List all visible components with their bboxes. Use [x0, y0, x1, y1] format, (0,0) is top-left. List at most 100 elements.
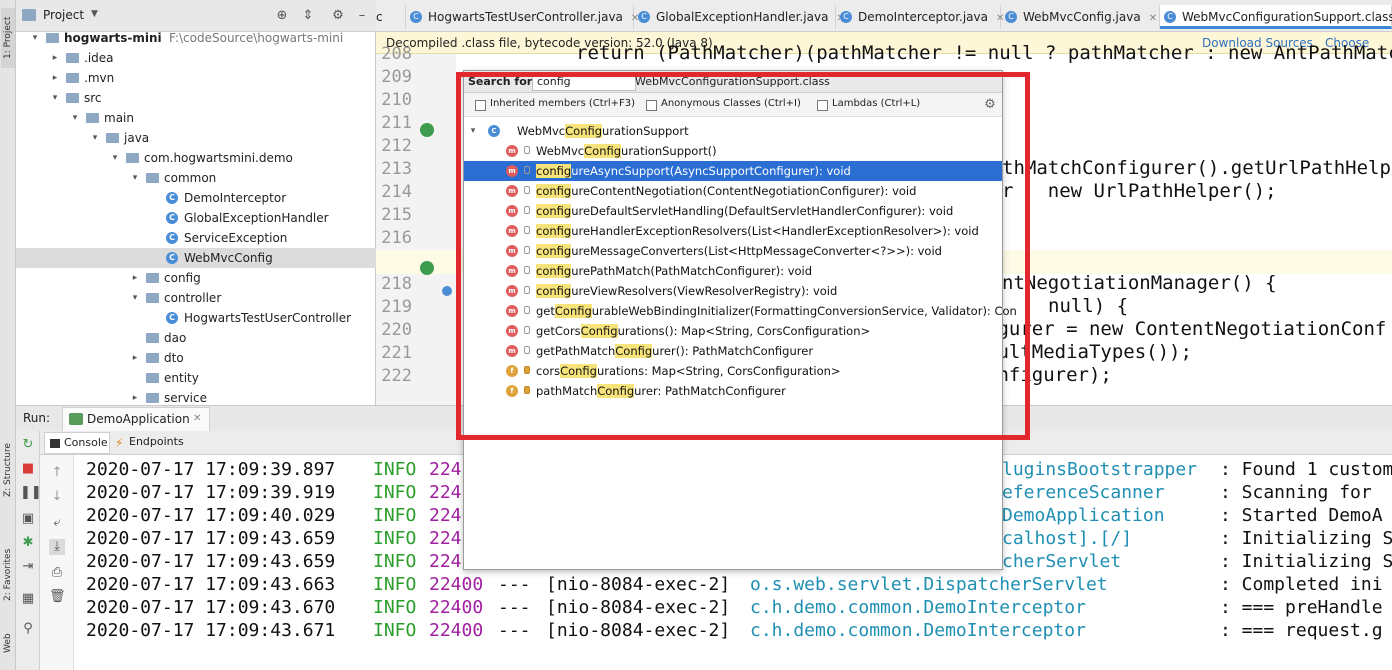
pause-icon[interactable]: ❚❚ — [20, 485, 42, 501]
structure-member[interactable]: m getConfigurableWebBindingInitializer(Fo… — [464, 301, 1017, 321]
structure-root-class[interactable]: ▾ C WebMvcConfigurationSupport — [464, 121, 1002, 141]
editor-tab[interactable]: c — [376, 5, 406, 29]
camera-icon[interactable]: ▣ — [20, 511, 36, 527]
log-logger: eferenceScanner — [1002, 482, 1165, 503]
tree-item-label: main — [104, 111, 134, 125]
chevron-down-icon[interactable]: ▾ — [30, 28, 40, 48]
tree-item[interactable]: ▸ config — [16, 268, 376, 288]
folder-icon — [146, 373, 159, 383]
scroll-to-end-icon[interactable]: ⤓ — [49, 539, 65, 555]
tree-item[interactable]: ▾ common — [16, 168, 376, 188]
name-part: WebMvc — [517, 124, 566, 138]
name-part: urationSupport() — [621, 144, 717, 158]
chevron-right-icon[interactable]: ▸ — [130, 348, 140, 368]
tree-item[interactable]: ▸ .idea — [16, 48, 376, 68]
tree-item[interactable]: ▾ java — [16, 128, 376, 148]
bean-marker-icon[interactable] — [442, 286, 452, 296]
tree-item[interactable]: C GlobalExceptionHandler — [16, 208, 376, 228]
tree-item[interactable]: ▾ src — [16, 88, 376, 108]
project-tool-tab[interactable]: 1: Project — [1, 8, 15, 68]
print-icon[interactable]: ⎙ — [49, 565, 65, 581]
tree-item[interactable]: ▾ com.hogwartsmini.demo — [16, 148, 376, 168]
pin-icon[interactable]: ⚲ — [20, 621, 36, 637]
tab-console[interactable]: Console — [44, 432, 110, 454]
chevron-down-icon[interactable]: ▾ — [468, 121, 478, 141]
scroll-down-icon[interactable]: ↓ — [49, 489, 65, 505]
tab-endpoints[interactable]: ⚡ Endpoints — [112, 432, 188, 454]
tree-item[interactable]: C DemoInterceptor — [16, 188, 376, 208]
chevron-down-icon[interactable]: ▾ — [110, 148, 120, 168]
structure-member[interactable]: m configureMessageConverters(List<HttpMes… — [464, 241, 1002, 261]
search-input[interactable]: config — [532, 73, 636, 91]
override-marker-icon[interactable] — [420, 261, 434, 275]
tree-item[interactable]: C ServiceException — [16, 228, 376, 248]
class-icon: C — [638, 11, 650, 23]
run-config-tab[interactable]: DemoApplication ✕ — [62, 407, 210, 431]
structure-member[interactable]: m WebMvcConfigurationSupport() — [464, 141, 1002, 161]
chevron-down-icon[interactable]: ▾ — [130, 168, 140, 188]
structure-member[interactable]: m configureContentNegotiation(ContentNego… — [464, 181, 1002, 201]
exit-icon[interactable]: ⇥ — [20, 559, 36, 575]
structure-member[interactable]: m configurePathMatch(PathMatchConfigurer)… — [464, 261, 1002, 281]
tree-item[interactable]: ▸ dto — [16, 348, 376, 368]
chevron-right-icon[interactable]: ▸ — [130, 268, 140, 288]
locate-icon[interactable]: ⊕ — [274, 8, 290, 24]
match-highlight: config — [536, 204, 572, 218]
chevron-right-icon[interactable]: ▸ — [50, 48, 60, 68]
chevron-down-icon[interactable]: ▾ — [90, 128, 100, 148]
popup-header: Search for: config WebMvcConfigurationSu… — [464, 71, 1002, 93]
lambdas-checkbox[interactable] — [817, 100, 828, 111]
hide-icon[interactable]: – — [354, 8, 370, 24]
chevron-down-icon[interactable]: ▾ — [70, 108, 80, 128]
stop-icon[interactable]: ■ — [20, 461, 36, 477]
editor-tab[interactable]: C WebMvcConfig.java ✕ — [1001, 5, 1160, 29]
tree-item[interactable]: ▾ hogwarts-mini F:\codeSource\hogwarts-min… — [16, 28, 376, 48]
override-marker-icon[interactable] — [420, 123, 434, 137]
gear-icon[interactable]: ⚙ — [330, 8, 346, 24]
log-logger: luginsBootstrapper — [1002, 459, 1198, 480]
web-tool-tab[interactable]: Web — [1, 628, 15, 658]
editor-tab[interactable]: CGlobalExceptionHandler.java✕ — [634, 5, 845, 29]
structure-member[interactable]: m configureHandlerExceptionResolvers(List… — [464, 221, 1002, 241]
scroll-up-icon[interactable]: ↑ — [49, 465, 65, 481]
tree-item[interactable]: entity — [16, 368, 376, 388]
chevron-down-icon[interactable]: ▼ — [91, 9, 98, 19]
structure-member[interactable]: f corsConfigurations: Map<String, CorsCon… — [464, 361, 1002, 381]
editor-tab-bar: c C HogwartsTestUserController.java ✕ C Globa… — [376, 0, 1392, 32]
structure-member[interactable]: m configureAsyncSupport(AsyncSupportConfi… — [464, 161, 1002, 181]
debug-icon[interactable]: ✱ — [20, 535, 36, 551]
collapse-all-icon[interactable]: ⇕ — [300, 8, 316, 24]
trash-icon[interactable]: 🗑 — [49, 589, 66, 605]
rerun-icon[interactable]: ↻ — [20, 437, 36, 453]
tree-item[interactable]: ▸ .mvn — [16, 68, 376, 88]
log-logger: cherServlet — [1002, 551, 1122, 572]
chevron-right-icon[interactable]: ▸ — [50, 68, 60, 88]
tree-item[interactable]: dao — [16, 328, 376, 348]
structure-member[interactable]: m configureViewResolvers(ViewResolverRegi… — [464, 281, 1002, 301]
favorites-tool-tab[interactable]: 2: Favorites — [1, 540, 15, 610]
tree-item[interactable]: C WebMvcConfig — [16, 248, 376, 268]
editor-tab[interactable]: C DemoInterceptor.java ✕ — [836, 5, 1004, 29]
soft-wrap-icon[interactable]: ⤶ — [49, 515, 65, 531]
tree-item[interactable]: ▾ controller — [16, 288, 376, 308]
inherited-members-checkbox[interactable] — [475, 100, 486, 111]
close-icon[interactable]: ✕ — [193, 413, 201, 424]
chevron-down-icon[interactable]: ▾ — [50, 88, 60, 108]
structure-member[interactable]: m configureDefaultServletHandling(Default… — [464, 201, 1002, 221]
log-pid: 224 — [429, 482, 462, 503]
close-icon[interactable]: ✕ — [1149, 13, 1157, 24]
tree-item[interactable]: ▾ main — [16, 108, 376, 128]
structure-member[interactable]: m getCorsConfigurations(): Map<String, Co… — [464, 321, 1002, 341]
editor-tab[interactable]: CWebMvcConfigurationSupport.class✕ — [1160, 5, 1392, 29]
structure-member[interactable]: m getPathMatchConfigurer(): PathMatchConf… — [464, 341, 1002, 361]
gear-icon[interactable]: ⚙ — [982, 97, 998, 113]
structure-tool-tab[interactable]: Z: Structure — [1, 440, 15, 500]
folder-icon — [146, 293, 159, 303]
chevron-down-icon[interactable]: ▾ — [130, 288, 140, 308]
structure-member[interactable]: f pathMatchConfigurer: PathMatchConfigure… — [464, 381, 1002, 401]
editor-tab[interactable]: C HogwartsTestUserController.java ✕ — [406, 5, 639, 29]
layout-icon[interactable]: ▦ — [20, 591, 36, 607]
anonymous-classes-checkbox[interactable] — [646, 100, 657, 111]
tree-item[interactable]: C HogwartsTestUserController — [16, 308, 376, 328]
folder-icon — [66, 53, 79, 63]
